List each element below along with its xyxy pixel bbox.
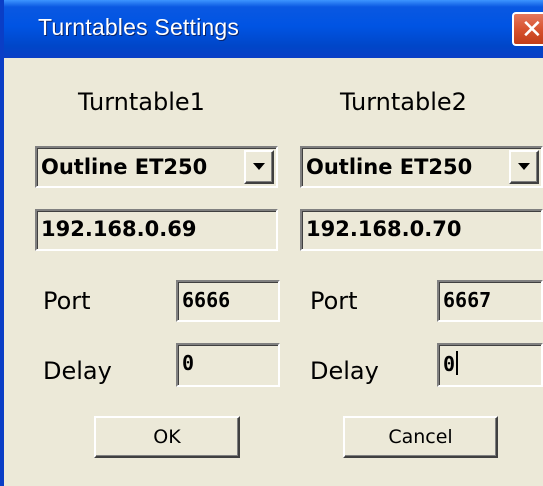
window-title: Turntables Settings bbox=[38, 14, 240, 40]
turntable2-model-value: Outline ET250 bbox=[306, 155, 473, 179]
text-caret bbox=[456, 351, 459, 375]
turntable2-port-field[interactable]: 6667 bbox=[437, 280, 543, 322]
turntable1-delay-field[interactable]: 0 bbox=[176, 343, 280, 387]
turntable1-model-value: Outline ET250 bbox=[41, 155, 208, 179]
turntable1-delay-label: Delay bbox=[43, 357, 112, 385]
turntable2-port-label: Port bbox=[310, 287, 358, 315]
turntable1-ip-value: 192.168.0.69 bbox=[41, 217, 197, 241]
turntable2-delay-field[interactable]: 0 bbox=[437, 343, 543, 387]
turntable2-delay-value: 0 bbox=[443, 352, 456, 376]
turntable2-dropdown-button[interactable] bbox=[509, 150, 539, 184]
turntable1-heading: Turntable1 bbox=[78, 88, 205, 116]
turntable2-delay-input: 0 bbox=[443, 351, 459, 376]
close-button[interactable]: ✕ bbox=[512, 12, 543, 46]
turntable2-model-select[interactable]: Outline ET250 bbox=[300, 146, 543, 188]
turntable2-heading: Turntable2 bbox=[340, 88, 467, 116]
turntable1-port-field[interactable]: 6666 bbox=[176, 280, 280, 322]
turntable2-ip-value: 192.168.0.70 bbox=[306, 217, 462, 241]
title-bar[interactable]: Turntables Settings ✕ bbox=[4, 0, 543, 58]
turntable1-ip-field[interactable]: 192.168.0.69 bbox=[35, 209, 278, 251]
turntable1-delay-value: 0 bbox=[182, 351, 195, 375]
settings-dialog: Turntables Settings ✕ Turntable1 Outline… bbox=[0, 0, 543, 486]
turntable2-port-value: 6667 bbox=[443, 288, 492, 312]
cancel-button-label: Cancel bbox=[388, 426, 453, 448]
turntable1-model-select[interactable]: Outline ET250 bbox=[35, 146, 278, 188]
turntable1-port-label: Port bbox=[43, 287, 91, 315]
turntable2-delay-label: Delay bbox=[310, 357, 379, 385]
cancel-button[interactable]: Cancel bbox=[343, 416, 498, 458]
ok-button-label: OK bbox=[153, 426, 181, 448]
turntable1-port-value: 6666 bbox=[182, 288, 231, 312]
chevron-down-icon bbox=[518, 163, 530, 170]
chevron-down-icon bbox=[253, 163, 265, 170]
close-icon: ✕ bbox=[521, 15, 543, 45]
ok-button[interactable]: OK bbox=[94, 416, 240, 458]
turntable1-dropdown-button[interactable] bbox=[244, 150, 274, 184]
turntable2-ip-field[interactable]: 192.168.0.70 bbox=[300, 209, 543, 251]
